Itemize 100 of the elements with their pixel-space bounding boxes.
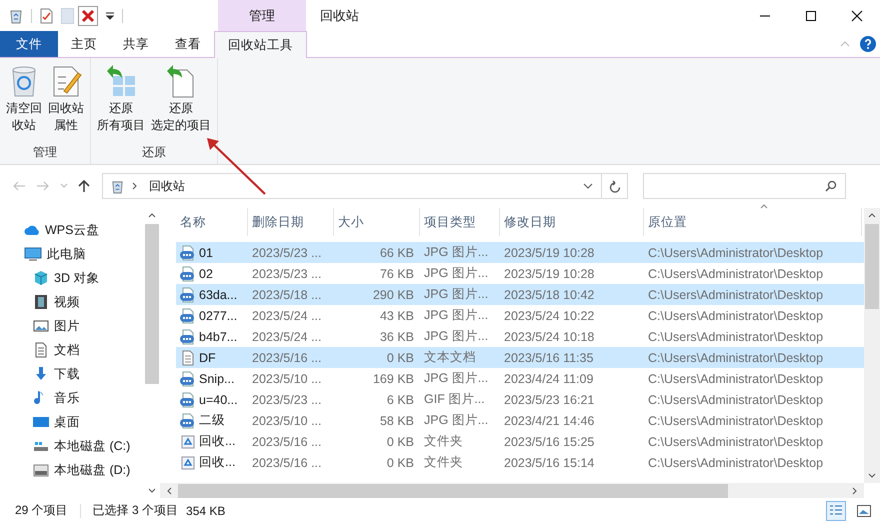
table-cell: 2023/5/23 ... <box>252 392 322 406</box>
selection-count: 已选择 3 个项目 <box>92 502 178 519</box>
ribbon-button[interactable]: 清空回 收站 <box>3 62 45 142</box>
properties-icon[interactable] <box>40 8 53 24</box>
nav-item[interactable]: 图片 <box>0 314 144 338</box>
breadcrumb-item[interactable]: 回收站 <box>149 178 185 194</box>
table-cell: 01 <box>199 246 213 260</box>
horizontal-scrollbar[interactable] <box>160 483 864 498</box>
nav-item[interactable]: 本地磁盘 (D:) <box>0 458 144 482</box>
document-icon <box>33 342 49 358</box>
file-type-icon <box>180 286 196 302</box>
ribbon-tab[interactable]: 查看 <box>162 31 214 57</box>
dropdown-caret-icon[interactable] <box>106 12 114 20</box>
table-cell: 2023/5/23 ... <box>252 246 322 260</box>
column-header[interactable]: 修改日期 <box>500 208 644 236</box>
refresh-button[interactable] <box>602 173 628 199</box>
help-icon[interactable] <box>860 36 876 52</box>
file-type-icon <box>180 454 196 470</box>
file-type-icon <box>180 392 196 408</box>
table-cell: 02 <box>199 266 213 280</box>
nav-item[interactable]: 视频 <box>0 290 144 314</box>
file-row[interactable]: 二级 2023/5/10 ... 58 KB JPG 图片... 2023/4/21 14:46 C:\Users\Administrator\Desktop <box>176 410 864 431</box>
table-cell: 0 KB <box>386 456 414 470</box>
table-cell: 二级 <box>199 412 225 429</box>
ribbon-button[interactable]: 回收站 属性 <box>45 62 87 142</box>
file-row[interactable]: u=40... 2023/5/23 ... 6 KB GIF 图片... 2023/5/23 16:21 C:\Users\Administrator\Desktop <box>176 389 864 410</box>
table-cell: C:\Users\Administrator\Desktop <box>648 456 824 470</box>
search-icon <box>825 180 837 192</box>
recycle-bin-icon[interactable] <box>9 8 23 24</box>
ribbon-tab[interactable]: 主页 <box>58 31 110 57</box>
table-cell: 2023/5/10 ... <box>252 414 322 428</box>
file-row[interactable]: 02 2023/5/23 ... 76 KB JPG 图片... 2023/5/19 10:28 C:\Users\Administrator\Desktop <box>176 263 864 284</box>
table-cell: 2023/5/16 15:14 <box>504 456 594 470</box>
table-cell: 2023/5/23 ... <box>252 266 322 280</box>
ribbon-button[interactable]: 还原 所有项目 <box>94 62 148 142</box>
ribbon-tab[interactable]: 回收站工具 <box>214 31 307 58</box>
table-cell: 2023/5/24 10:18 <box>504 330 594 344</box>
ribbon-tab[interactable]: 共享 <box>110 31 162 57</box>
file-type-icon <box>180 350 196 366</box>
sort-indicator-icon <box>760 204 768 209</box>
search-field[interactable] <box>643 173 846 199</box>
nav-item[interactable]: 此电脑 <box>0 242 144 266</box>
nav-item[interactable]: 下载 <box>0 362 144 386</box>
ribbon-group-label: 还原 <box>142 144 166 161</box>
dropdown-caret-icon[interactable] <box>583 183 593 189</box>
file-type-icon <box>180 244 196 260</box>
file-menu-tab[interactable]: 文件 <box>0 31 58 57</box>
file-row[interactable]: 63da... 2023/5/18 ... 290 KB JPG 图片... 2023/5/18 10:42 C:\Users\Administrator\Desktop <box>176 284 864 305</box>
scrollbar[interactable] <box>864 208 880 483</box>
file-row[interactable]: 回收... 2023/5/16 ... 0 KB 文件夹 2023/5/16 15:14 C:\Users\Administrator\Desktop <box>176 452 864 473</box>
recycle-bin-icon <box>111 178 124 194</box>
delete-icon[interactable] <box>78 6 98 26</box>
column-header[interactable]: 名称 <box>176 208 248 236</box>
nav-item[interactable]: 文档 <box>0 338 144 362</box>
file-row[interactable]: b4b7... 2023/5/24 ... 36 KB JPG 图片... 2023/5/24 10:18 C:\Users\Administrator\Desktop <box>176 326 864 347</box>
file-row[interactable]: Snip... 2023/5/10 ... 169 KB JPG 图片... 2023/4/24 11:09 C:\Users\Administrator\Desktop <box>176 368 864 389</box>
scroll-down-icon[interactable] <box>868 473 876 479</box>
nav-item[interactable]: 3D 对象 <box>0 266 144 290</box>
nav-item[interactable]: 本地磁盘 (C:) <box>0 434 144 458</box>
scroll-left-icon[interactable] <box>166 486 172 494</box>
table-cell: 6 KB <box>386 392 414 406</box>
file-row[interactable]: 回收... 2023/5/16 ... 0 KB 文件夹 2023/5/16 15:25 C:\Users\Administrator\Desktop <box>176 431 864 452</box>
picture-icon <box>33 318 49 334</box>
table-cell: Snip... <box>199 372 234 386</box>
chevron-right-icon[interactable] <box>132 182 138 190</box>
file-row[interactable]: 0277... 2023/5/24 ... 43 KB JPG 图片... 2023/5/24 10:22 C:\Users\Administrator\Desktop <box>176 305 864 326</box>
window-title: 回收站 <box>320 6 359 24</box>
scroll-down-icon[interactable] <box>148 488 156 494</box>
table-cell: C:\Users\Administrator\Desktop <box>648 330 824 344</box>
maximize-icon[interactable] <box>805 10 817 22</box>
scroll-right-icon[interactable] <box>852 486 858 494</box>
nav-item[interactable]: 桌面 <box>0 410 144 434</box>
file-row[interactable]: 01 2023/5/23 ... 66 KB JPG 图片... 2023/5/19 10:28 C:\Users\Administrator\Desktop <box>176 242 864 263</box>
table-cell: JPG 图片... <box>424 328 488 345</box>
table-cell: JPG 图片... <box>424 286 488 303</box>
details-view-button[interactable] <box>826 500 846 520</box>
context-tab-header: 管理 <box>218 0 306 31</box>
column-header[interactable]: 大小 <box>334 208 420 236</box>
list-icon <box>829 504 843 518</box>
column-header[interactable]: 项目类型 <box>420 208 500 236</box>
table-cell: 回收... <box>199 454 236 471</box>
column-header[interactable]: 删除日期 <box>248 208 334 236</box>
file-type-icon <box>180 412 196 428</box>
file-type-icon <box>180 308 196 324</box>
close-icon[interactable] <box>851 10 863 22</box>
scroll-up-icon[interactable] <box>148 212 156 218</box>
cube-icon <box>33 270 49 286</box>
table-cell: JPG 图片... <box>424 370 488 387</box>
table-cell: 36 KB <box>380 330 414 344</box>
nav-item[interactable]: 音乐 <box>0 386 144 410</box>
address-field[interactable]: 回收站 <box>102 173 602 199</box>
scroll-up-icon[interactable] <box>868 212 876 218</box>
ribbon-button[interactable]: 还原 选定的项目 <box>148 62 214 142</box>
nav-item[interactable]: WPS云盘 <box>0 218 144 242</box>
table-cell: 回收... <box>199 433 236 450</box>
table-cell: 290 KB <box>372 288 414 302</box>
column-header[interactable]: 原位置 <box>644 208 862 236</box>
table-cell: 2023/5/24 ... <box>252 330 322 344</box>
up-arrow-icon[interactable] <box>78 179 90 193</box>
file-row[interactable]: DF 2023/5/16 ... 0 KB 文本文档 2023/5/16 11:35 C:\Users\Administrator\Desktop <box>176 347 864 368</box>
